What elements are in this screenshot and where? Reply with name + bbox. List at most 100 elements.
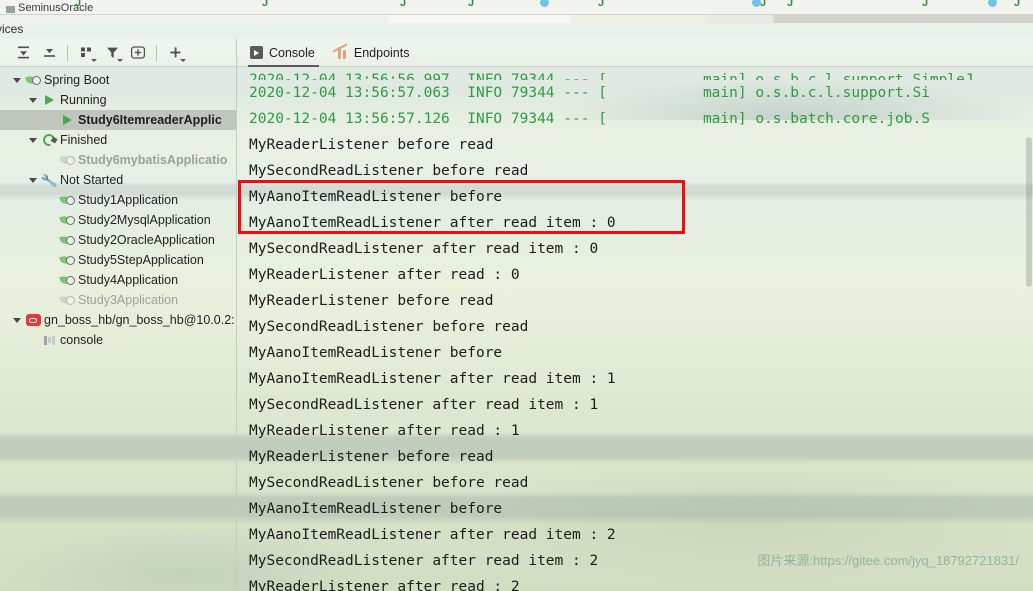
tree-node-finished[interactable]: Finished: [0, 130, 236, 150]
console-line: MyReaderListener before read: [249, 449, 494, 465]
console-line: MyAanoItemReadListener before: [249, 189, 503, 205]
tree-node-label: Study3Application: [78, 293, 179, 307]
filter-button[interactable]: [99, 42, 125, 64]
run-icon: [62, 115, 72, 125]
spring-boot-icon: [58, 214, 75, 227]
tree-node-study1application[interactable]: Study1Application: [0, 190, 236, 210]
expand-all-button[interactable]: [10, 42, 36, 64]
services-tool-window-title: rvices: [0, 19, 360, 39]
console-line: MyReaderListener after read : 1: [249, 423, 520, 439]
tab-console-label: Console: [269, 45, 315, 60]
expand-toggle[interactable]: [26, 170, 40, 190]
console-line: MyAanoItemReadListener after read item :…: [249, 215, 616, 231]
tree-node-label: console: [60, 333, 104, 347]
collapse-all-button[interactable]: [36, 42, 62, 64]
spring-boot-icon: [58, 294, 75, 307]
tree-node-label: Study4Application: [78, 273, 179, 287]
editor-tab-strip: SeminusOracle J J J J J J J J J: [0, 0, 1033, 15]
endpoints-tab-icon: [332, 43, 348, 59]
java-file-icon: J: [262, 0, 269, 9]
tree-node-study2oracleapplication[interactable]: Study2OracleApplication: [0, 230, 236, 250]
tab-console[interactable]: Console: [244, 39, 327, 67]
console-vertical-scrollbar[interactable]: [1024, 67, 1033, 591]
tab-endpoints-label: Endpoints: [353, 45, 410, 60]
spring-boot-icon: [24, 74, 41, 87]
expand-toggle[interactable]: [26, 130, 40, 150]
expand-toggle[interactable]: [10, 310, 24, 330]
wrench-icon: 🔧: [39, 171, 59, 189]
chevron-down-icon: [180, 58, 186, 62]
spring-boot-icon: [58, 234, 75, 247]
java-file-icon: J: [400, 0, 407, 9]
collapse-all-icon: [43, 49, 55, 57]
content-tab-bar: Console Endpoints: [238, 39, 1033, 67]
tree-node-study5stepapplication[interactable]: Study5StepApplication: [0, 250, 236, 270]
console-line: MySecondReadListener before read: [249, 163, 529, 179]
tree-node-label: Study2OracleApplication: [78, 233, 215, 247]
console-tab-icon: [250, 46, 263, 59]
java-file-icon: J: [922, 0, 929, 9]
java-file-icon: J: [787, 0, 794, 9]
console-line: MyReaderListener after read : 2: [249, 579, 520, 591]
tree-node-gn-boss-hb[interactable]: gn_boss_hb/gn_boss_hb@10.0.2:: [0, 310, 236, 330]
tree-node-study6mybatisapp[interactable]: Study6mybatisApplicatio: [0, 150, 236, 170]
services-right-panel: Console Endpoints 2020-12-04 13:56:56.99…: [238, 39, 1033, 591]
console-line: 2020-12-04 13:56:57.126 INFO 79344 --- […: [249, 111, 930, 127]
services-tree[interactable]: Spring Boot Running Study6ItemreaderApplic…: [0, 67, 236, 350]
java-file-icon: J: [598, 0, 605, 9]
tree-node-label: Study5StepApplication: [78, 253, 204, 267]
services-left-panel: Spring Boot Running Study6ItemreaderApplic…: [0, 39, 237, 591]
expand-toggle[interactable]: [26, 90, 40, 110]
java-file-icon: J: [75, 0, 82, 9]
tree-node-label: Finished: [60, 133, 108, 147]
source-watermark: 图片来源:https://gitee.com/jyq_18792721831/: [757, 553, 1019, 568]
console-line: MySecondReadListener after read item : 0: [249, 241, 599, 257]
scrollbar-thumb[interactable]: [1026, 137, 1032, 287]
expand-toggle[interactable]: [10, 70, 24, 90]
tree-node-label: Running: [60, 93, 107, 107]
java-file-icon: J: [1014, 0, 1021, 9]
tree-node-study2mysqlapplication[interactable]: Study2MysqlApplication: [0, 210, 236, 230]
services-title-text: rvices: [0, 22, 24, 36]
console-line: MyReaderListener after read : 0: [249, 267, 520, 283]
toolbar-separator: [67, 44, 68, 61]
add-frame-icon: [130, 46, 146, 59]
editor-tab-file-icon: [6, 6, 15, 13]
console-line: MyAanoItemReadListener before: [249, 501, 503, 517]
spring-boot-icon: [58, 154, 75, 167]
tree-node-study3application[interactable]: Study3Application: [0, 290, 236, 310]
tree-node-label: Study6mybatisApplicatio: [78, 153, 228, 167]
class-file-icon: [988, 0, 997, 7]
expand-all-icon: [17, 46, 29, 59]
tab-endpoints[interactable]: Endpoints: [327, 39, 422, 66]
tree-node-label: Study6ItemreaderApplic: [78, 113, 222, 127]
console-line: MyReaderListener before read: [249, 293, 494, 309]
console-line: MySecondReadListener before read: [249, 319, 529, 335]
tree-node-spring-boot[interactable]: Spring Boot: [0, 70, 236, 90]
add-service-button[interactable]: [162, 42, 188, 64]
console-line: MySecondReadListener after read item : 1: [249, 397, 599, 413]
tree-node-running[interactable]: Running: [0, 90, 236, 110]
run-icon: [44, 95, 54, 105]
tree-node-console-node[interactable]: console: [0, 330, 236, 350]
tree-node-not-started[interactable]: 🔧 Not Started: [0, 170, 236, 190]
group-by-button[interactable]: [73, 42, 99, 64]
rerun-icon: [40, 131, 58, 149]
console-line: MySecondReadListener before read: [249, 475, 529, 491]
console-line: 2020-12-04 13:56:56.997 INFO 79344 --- […: [249, 72, 974, 80]
java-file-icon: J: [468, 0, 475, 9]
tree-node-study6itemreaderapp[interactable]: Study6ItemreaderApplic: [0, 110, 236, 130]
chevron-down-icon: [117, 58, 123, 62]
tree-node-study4application[interactable]: Study4Application: [0, 270, 236, 290]
console-line: MyReaderListener before read: [249, 137, 494, 153]
show-configurations-button[interactable]: [125, 42, 151, 64]
console-output[interactable]: 2020-12-04 13:56:56.997 INFO 79344 --- […: [238, 67, 1033, 591]
console-line: MyAanoItemReadListener before: [249, 345, 503, 361]
